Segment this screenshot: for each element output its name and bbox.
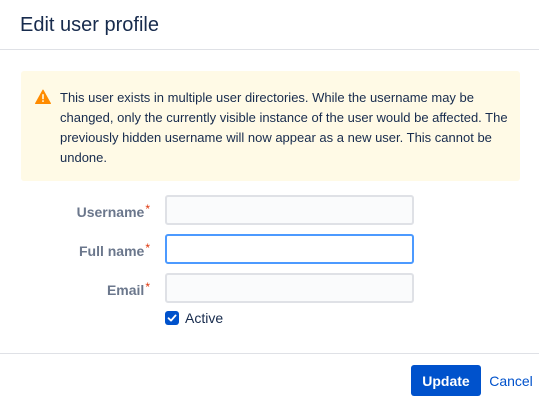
warning-message: This user exists in multiple user direct…	[21, 71, 520, 181]
dialog-title: Edit user profile	[20, 14, 159, 36]
edit-user-profile-dialog: Edit user profile This user exists in mu…	[0, 0, 539, 403]
update-button[interactable]: Update	[411, 365, 481, 396]
required-asterisk: *	[145, 202, 150, 216]
required-asterisk: *	[145, 241, 150, 255]
email-row: Email*	[0, 273, 539, 303]
required-asterisk: *	[145, 280, 150, 294]
cancel-button[interactable]: Cancel	[487, 365, 535, 396]
dialog-footer: Update Cancel	[0, 353, 539, 403]
username-input[interactable]	[165, 195, 414, 225]
username-label: Username*	[76, 202, 150, 220]
full-name-input[interactable]	[165, 234, 414, 264]
active-checkbox-label[interactable]: Active	[185, 310, 223, 326]
warning-triangle-icon	[35, 89, 51, 105]
active-checkbox[interactable]	[165, 311, 179, 325]
username-row: Username*	[0, 195, 539, 225]
email-input[interactable]	[165, 273, 414, 303]
checkmark-icon	[167, 314, 177, 322]
full-name-label: Full name*	[78, 241, 150, 259]
email-label: Email*	[106, 280, 150, 298]
dialog-header: Edit user profile	[0, 0, 539, 50]
warning-text: This user exists in multiple user direct…	[60, 90, 508, 165]
full-name-row: Full name*	[0, 234, 539, 264]
